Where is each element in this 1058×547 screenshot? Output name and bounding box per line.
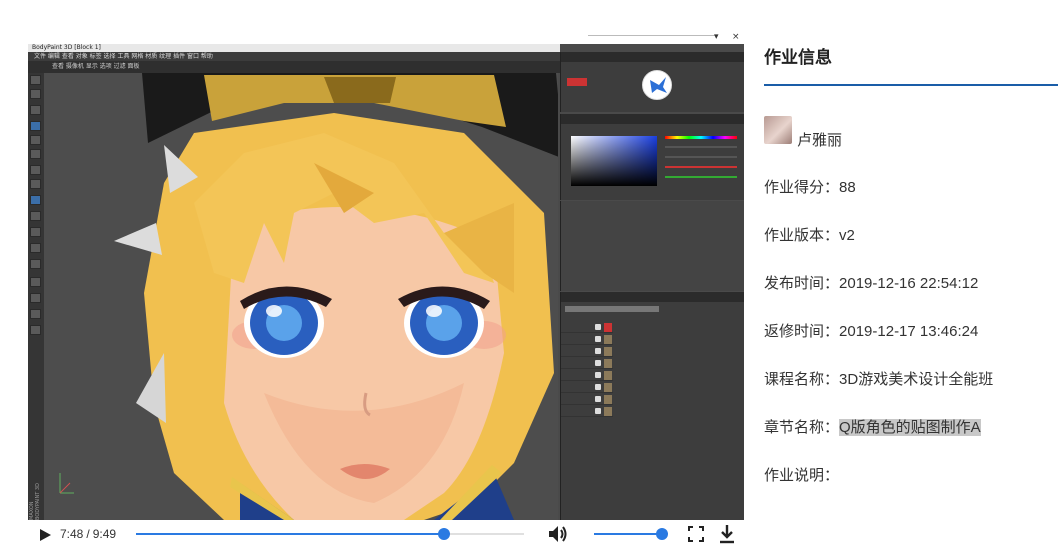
app-left-toolbar: MAXON BODYPAINT 3D: [28, 61, 44, 520]
field-label: 作业说明：: [764, 467, 840, 484]
tool-button: [30, 121, 41, 131]
tool-button: [30, 165, 41, 175]
info-title: 作业信息: [764, 48, 832, 67]
channel-slider[interactable]: [665, 146, 737, 148]
3d-viewport: [44, 73, 558, 520]
field-label: 章节名称：: [764, 419, 840, 436]
fullscreen-icon[interactable]: [688, 526, 704, 542]
tool-button: [30, 135, 41, 145]
layers-panel-header: [561, 292, 744, 302]
video-topbar: ▾ ×: [28, 30, 744, 44]
volume-icon[interactable]: [548, 525, 568, 543]
tool-button: [30, 293, 41, 303]
field-value: 2019-12-16 22:54:12: [839, 275, 979, 292]
character-render: [59, 73, 558, 520]
field-chapter-name: 章节名称：Q版角色的贴图制作A: [764, 418, 981, 438]
progress-handle[interactable]: [438, 528, 451, 540]
opacity-bar[interactable]: [565, 306, 659, 312]
tool-button: [30, 89, 41, 99]
maxon-label: MAXON BODYPAINT 3D: [29, 483, 41, 520]
field-label: 发布时间：: [764, 275, 840, 292]
channel-slider[interactable]: [665, 176, 737, 178]
tool-button: [30, 105, 41, 115]
app-window-title: BodyPaint 3D [Block 1]: [28, 44, 560, 52]
tool-button: [30, 75, 41, 85]
layer-row[interactable]: [561, 358, 613, 369]
field-revision-time: 返修时间：2019-12-17 13:46:24: [764, 322, 978, 342]
field-value: Q版角色的贴图制作A: [839, 419, 981, 436]
time-display: 7:48/9:49: [60, 527, 116, 541]
app-menu-bar: 文件 编辑 查看 对象 标签 选择 工具 网格 材质 纹理 插件 窗口 帮助: [28, 52, 560, 61]
field-label: 作业版本：: [764, 227, 840, 244]
tool-button: [30, 259, 41, 269]
bird-logo-icon: [642, 70, 672, 100]
color-panel-header: [561, 114, 744, 124]
layer-row[interactable]: [561, 334, 613, 345]
layers-panel: [560, 292, 744, 520]
color-panel: [560, 114, 744, 200]
duration: 9:49: [92, 527, 117, 541]
tool-button: [30, 277, 41, 287]
avatar[interactable]: [764, 116, 792, 144]
author-name: 卢雅丽: [797, 132, 843, 149]
channel-slider[interactable]: [665, 166, 737, 168]
tool-button: [30, 149, 41, 159]
time-separator: /: [86, 527, 90, 541]
field-version: 作业版本：v2: [764, 226, 855, 246]
objects-panel-header: [561, 52, 744, 62]
layer-row[interactable]: [561, 394, 613, 405]
field-publish-time: 发布时间：2019-12-16 22:54:12: [764, 274, 978, 294]
volume-slider[interactable]: [594, 528, 668, 540]
current-time: 7:48: [60, 527, 84, 541]
field-description: 作业说明：: [764, 466, 839, 486]
download-icon[interactable]: [718, 524, 736, 544]
object-swatch: [567, 78, 587, 86]
tool-button: [30, 179, 41, 189]
close-icon[interactable]: ×: [732, 32, 740, 42]
layer-row[interactable]: [561, 346, 613, 357]
volume-fill: [594, 533, 662, 535]
color-picker-square[interactable]: [571, 136, 657, 186]
assignment-info-panel: 作业信息 卢雅丽 作业得分：88 作业版本：v2 发布时间：2019-12-16…: [764, 0, 1058, 547]
field-score: 作业得分：88: [764, 178, 856, 198]
app-viewport-menu: 查看 摄像机 显示 选项 过滤 面板: [28, 61, 560, 73]
field-value: v2: [839, 227, 855, 244]
progress-fill: [136, 533, 445, 535]
tool-button: [30, 211, 41, 221]
layer-row[interactable]: [561, 370, 613, 381]
video-frame[interactable]: BodyPaint 3D [Block 1] 文件 编辑 查看 对象 标签 选择…: [28, 44, 744, 520]
play-icon[interactable]: [38, 527, 52, 541]
topbar-divider: [588, 35, 716, 36]
page: ▾ × BodyPaint 3D [Block 1] 文件 编辑 查看 对象 标…: [0, 0, 1058, 547]
layer-row[interactable]: [561, 322, 613, 333]
empty-panel: [560, 201, 744, 291]
tool-button: [30, 325, 41, 335]
progress-bar[interactable]: [136, 528, 524, 540]
tool-button: [30, 243, 41, 253]
tool-button: [30, 195, 41, 205]
field-value: 88: [839, 179, 856, 196]
pin-icon[interactable]: ▾: [714, 32, 719, 42]
info-divider: [764, 84, 1058, 86]
field-value: 2019-12-17 13:46:24: [839, 323, 979, 340]
tool-button: [30, 309, 41, 319]
layer-row[interactable]: [561, 382, 613, 393]
field-value: 3D游戏美术设计全能班: [839, 371, 994, 388]
field-label: 作业得分：: [764, 179, 840, 196]
layer-row[interactable]: [561, 406, 613, 417]
field-label: 返修时间：: [764, 323, 840, 340]
tool-button: [30, 227, 41, 237]
field-label: 课程名称：: [764, 371, 840, 388]
player-controls: 7:48/9:49: [28, 520, 744, 547]
volume-handle[interactable]: [656, 528, 668, 540]
field-course-name: 课程名称：3D游戏美术设计全能班: [764, 370, 993, 390]
hue-slider[interactable]: [665, 136, 737, 139]
video-player: ▾ × BodyPaint 3D [Block 1] 文件 编辑 查看 对象 标…: [28, 30, 744, 547]
channel-slider[interactable]: [665, 156, 737, 158]
